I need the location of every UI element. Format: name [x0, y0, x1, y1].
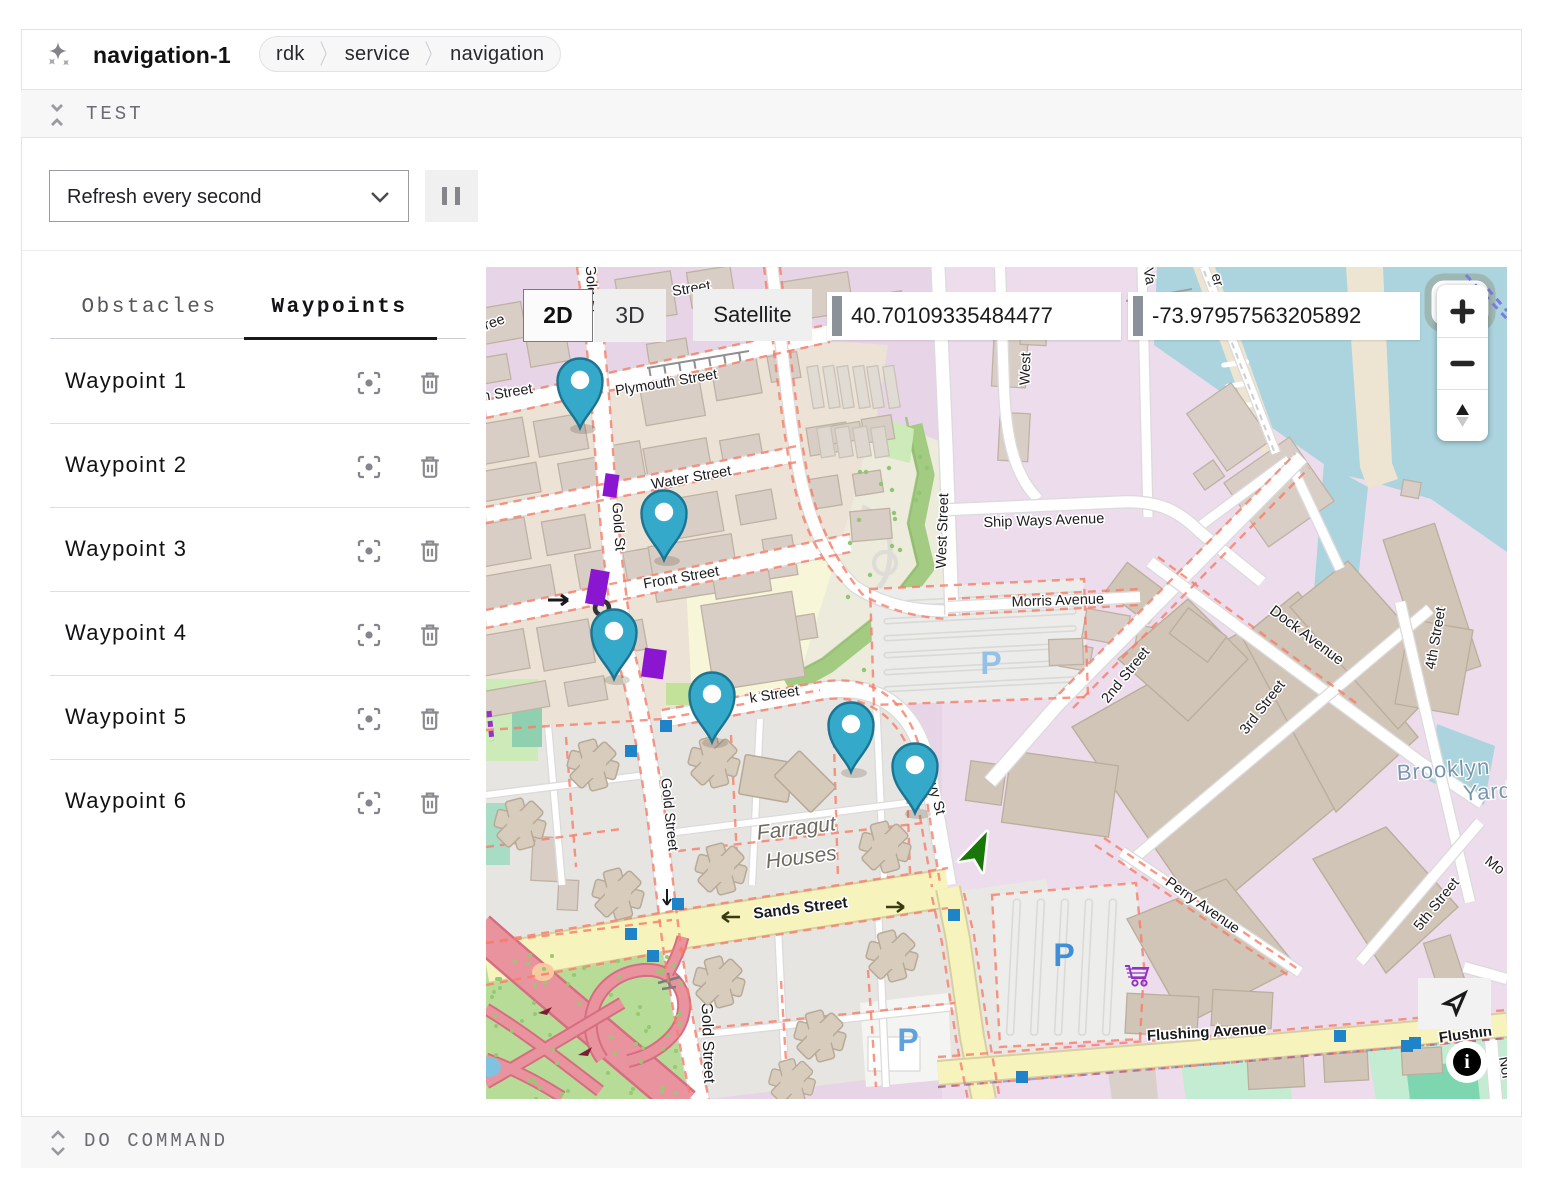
svg-text:Morris Avenue: Morris Avenue	[1011, 591, 1104, 610]
svg-text:West: West	[1017, 352, 1034, 385]
svg-text:P: P	[980, 645, 1001, 681]
svg-text:Yard: Yard	[1462, 777, 1507, 805]
svg-text:P: P	[897, 1022, 918, 1058]
svg-text:Gold Street: Gold Street	[698, 1002, 718, 1084]
svg-text:P: P	[1053, 937, 1074, 973]
svg-text:Gold St: Gold St	[608, 502, 627, 551]
svg-text:West Street: West Street	[934, 493, 953, 569]
